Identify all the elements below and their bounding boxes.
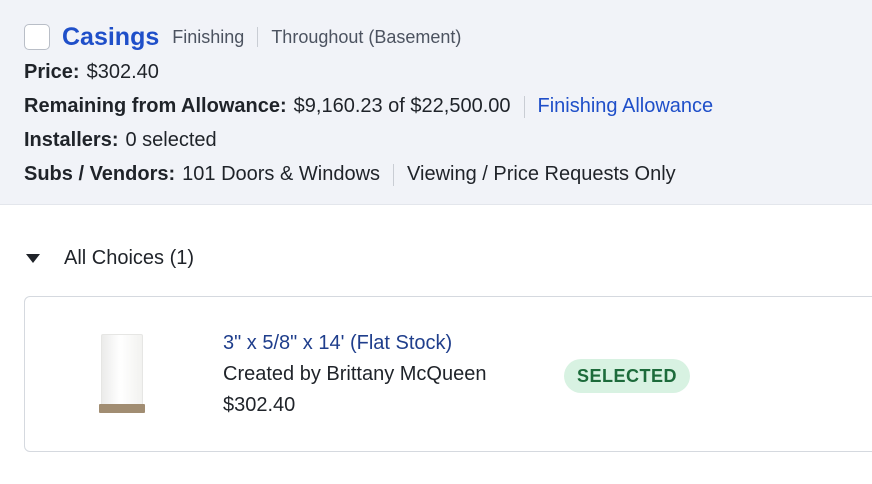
price-label: Price: (24, 61, 80, 83)
choice-name[interactable]: 3" x 5/8" x 14' (Flat Stock) (223, 328, 486, 359)
choice-created-by: Created by Brittany McQueen (223, 363, 487, 385)
allowance-row: Remaining from Allowance: $9,160.23 of $… (24, 95, 713, 118)
divider (523, 95, 525, 118)
caret-down-icon[interactable] (26, 254, 40, 263)
subs-label: Subs / Vendors: (24, 163, 176, 185)
all-choices-toggle[interactable]: All Choices (1) (24, 247, 194, 270)
board-edge (99, 404, 145, 413)
board-image (101, 334, 143, 412)
subs-row: Subs / Vendors: 101 Doors & Windows View… (24, 163, 676, 186)
item-header: Casings Finishing Throughout (Basement) … (0, 0, 872, 205)
item-location: Throughout (Basement) (271, 26, 462, 47)
divider (393, 163, 395, 186)
installers-value: 0 selected (125, 129, 217, 151)
choice-price: $302.40 (223, 394, 296, 416)
price-value: $302.40 (86, 61, 159, 83)
title-row: Casings Finishing Throughout (Basement) (24, 22, 461, 52)
all-choices-header: All Choices (1) (64, 247, 195, 269)
allowance-link[interactable]: Finishing Allowance (538, 95, 714, 118)
installers-label: Installers: (24, 129, 119, 151)
product-thumbnail (95, 334, 151, 418)
remaining-value: $9,160.23 of $22,500.00 (293, 95, 511, 117)
divider (257, 27, 259, 47)
subs-access: Viewing / Price Requests Only (407, 163, 676, 185)
select-checkbox[interactable] (24, 24, 50, 50)
choice-info: 3" x 5/8" x 14' (Flat Stock) Created by … (223, 328, 486, 421)
choice-card[interactable]: 3" x 5/8" x 14' (Flat Stock) Created by … (24, 296, 872, 452)
remaining-label: Remaining from Allowance: (24, 95, 287, 117)
item-category: Finishing (172, 26, 245, 47)
price-row: Price: $302.40 (24, 61, 159, 84)
status-badge: SELECTED (564, 359, 691, 393)
subs-value: 101 Doors & Windows (182, 163, 381, 185)
installers-row: Installers: 0 selected (24, 129, 217, 152)
item-title[interactable]: Casings (62, 23, 159, 52)
